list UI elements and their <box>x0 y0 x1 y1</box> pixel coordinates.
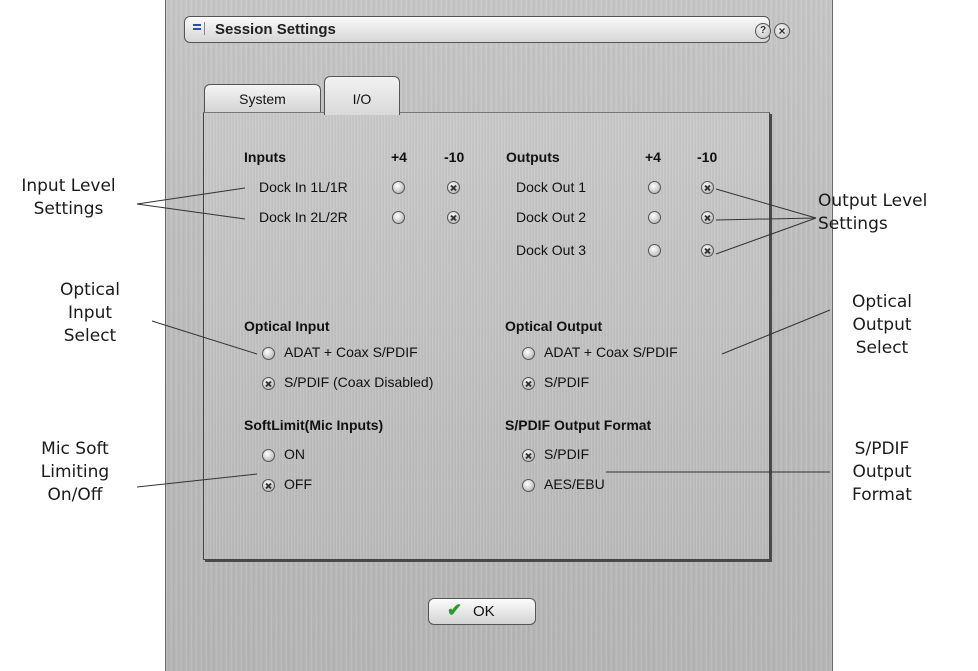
title-bar: Session Settings <box>184 16 770 43</box>
ok-label: OK <box>473 603 495 620</box>
session-settings-window: Session Settings ? × System I/O Inputs +… <box>165 0 833 671</box>
menu-icon[interactable] <box>191 22 205 35</box>
output3-plus4-radio[interactable] <box>648 244 661 257</box>
input2-minus10-radio[interactable] <box>447 211 460 224</box>
window-title: Session Settings <box>215 21 336 38</box>
output-row-label: Dock Out 2 <box>516 209 587 225</box>
optical-input-spdif-radio[interactable] <box>262 377 275 390</box>
spdif-format-option-label: AES/EBU <box>544 476 605 492</box>
callout-output-level: Output Level Settings <box>818 191 928 234</box>
optical-output-option-label: S/PDIF <box>544 374 590 390</box>
optical-input-option-label: ADAT + Coax S/PDIF <box>284 344 418 360</box>
optical-input-adat-radio[interactable] <box>262 347 275 360</box>
input1-minus10-radio[interactable] <box>447 181 460 194</box>
help-icon[interactable]: ? <box>755 23 771 39</box>
io-panel: Inputs +4 -10 Dock In 1L/1R Dock In 2L/2… <box>203 112 770 560</box>
softlimit-option-label: ON <box>284 446 305 462</box>
optical-input-option-label: S/PDIF (Coax Disabled) <box>284 374 434 390</box>
spdif-format-spdif-radio[interactable] <box>522 449 535 462</box>
callout-mic-soft-limiting: Mic Soft Limiting On/Off <box>40 439 110 505</box>
input-row-label: Dock In 1L/1R <box>259 179 348 195</box>
output1-plus4-radio[interactable] <box>648 181 661 194</box>
ok-button[interactable]: ✔ OK <box>428 598 536 625</box>
tab-system[interactable]: System <box>204 84 321 113</box>
softlimit-header: SoftLimit(Mic Inputs) <box>244 417 384 433</box>
optical-output-adat-radio[interactable] <box>522 347 535 360</box>
inputs-header: Inputs <box>244 149 286 165</box>
optical-output-header: Optical Output <box>505 318 603 334</box>
output2-minus10-radio[interactable] <box>701 211 714 224</box>
inputs-col-minus10: -10 <box>444 149 465 165</box>
optical-output-option-label: ADAT + Coax S/PDIF <box>544 344 678 360</box>
output-row-label: Dock Out 1 <box>516 179 587 195</box>
checkmark-icon: ✔ <box>447 600 463 620</box>
softlimit-on-radio[interactable] <box>262 449 275 462</box>
tab-io[interactable]: I/O <box>324 76 400 115</box>
outputs-col-minus10: -10 <box>697 149 718 165</box>
optical-input-header: Optical Input <box>244 318 330 334</box>
callout-input-level: Input Level Settings <box>21 176 116 219</box>
callout-optical-input-select: Optical Input Select <box>59 280 121 346</box>
softlimit-off-radio[interactable] <box>262 479 275 492</box>
output-row-label: Dock Out 3 <box>516 242 587 258</box>
close-icon[interactable]: × <box>774 23 790 39</box>
callout-spdif-output-format: S/PDIF Output Format <box>852 439 912 505</box>
callout-optical-output-select: Optical Output Select <box>851 292 913 358</box>
spdif-format-aesebu-radio[interactable] <box>522 479 535 492</box>
output1-minus10-radio[interactable] <box>701 181 714 194</box>
optical-output-spdif-radio[interactable] <box>522 377 535 390</box>
output3-minus10-radio[interactable] <box>701 244 714 257</box>
spdif-format-option-label: S/PDIF <box>544 446 590 462</box>
outputs-col-plus4: +4 <box>645 149 661 165</box>
spdif-format-header: S/PDIF Output Format <box>505 417 652 433</box>
input-row-label: Dock In 2L/2R <box>259 209 348 225</box>
input2-plus4-radio[interactable] <box>392 211 405 224</box>
softlimit-option-label: OFF <box>284 476 312 492</box>
output2-plus4-radio[interactable] <box>648 211 661 224</box>
outputs-header: Outputs <box>506 149 560 165</box>
input1-plus4-radio[interactable] <box>392 181 405 194</box>
inputs-col-plus4: +4 <box>391 149 407 165</box>
